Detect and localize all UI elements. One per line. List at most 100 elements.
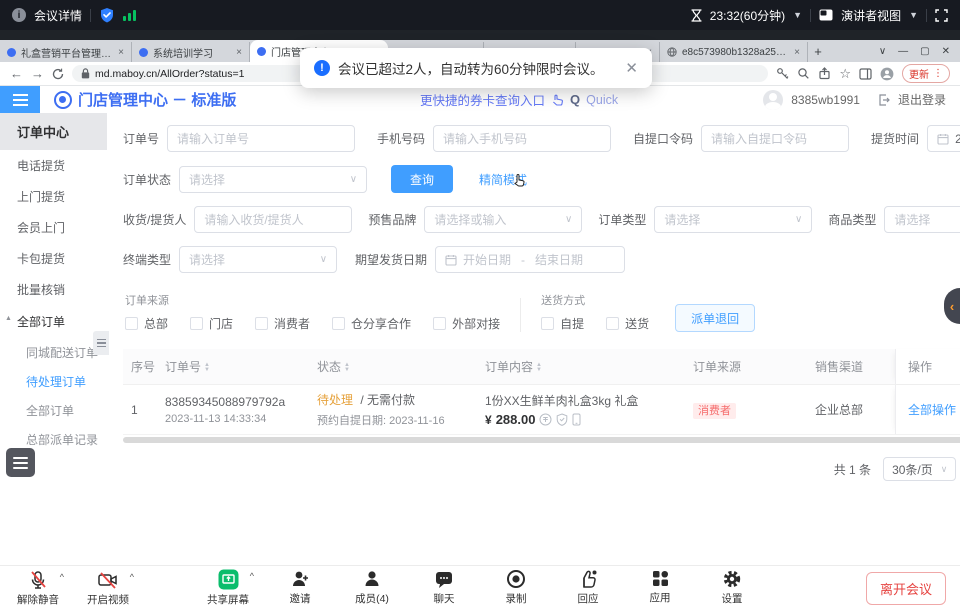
network-signal-icon[interactable]	[123, 9, 136, 21]
browser-tab-7[interactable]: e8c573980b1328a2586d2e6 ×	[660, 42, 808, 62]
dispatch-return-button[interactable]: 派单退回	[675, 304, 755, 332]
sidebar-group-all-orders[interactable]: 全部订单	[0, 305, 107, 338]
toast-close-icon[interactable]: ✕	[625, 59, 638, 77]
promo-area[interactable]: 更快捷的券卡查询入口 Q Quick	[420, 90, 618, 109]
quick-label[interactable]: Quick	[586, 93, 618, 107]
members-button[interactable]: 成员(4)	[344, 569, 400, 607]
view-dropdown-icon[interactable]: ▼	[909, 10, 918, 20]
share-icon[interactable]	[818, 67, 831, 80]
bookmark-star-icon[interactable]: ☆	[839, 66, 851, 82]
goods-type-select[interactable]: 请选择 ∨	[884, 206, 960, 233]
back-icon[interactable]: ←	[10, 66, 23, 81]
sort-icon[interactable]: ▲▼	[204, 363, 210, 373]
view-mode-label[interactable]: 演讲者视图	[841, 7, 901, 24]
meeting-details-label[interactable]: 会议详情	[34, 7, 82, 24]
maximize-button[interactable]: ▢	[920, 46, 929, 57]
quick-search-icon[interactable]: Q	[570, 92, 580, 107]
all-actions-dropdown[interactable]: 全部操作 ∨	[908, 401, 960, 418]
sidebar-sub-city-delivery[interactable]: 同城配送订单	[0, 338, 107, 367]
col-status[interactable]: 状态▲▼	[317, 358, 485, 375]
reaction-button[interactable]: 回应	[560, 569, 616, 607]
checkbox-consumer[interactable]: 消费者	[255, 315, 310, 332]
simple-mode-link[interactable]: 精简模式	[479, 171, 527, 188]
checkbox-icon[interactable]	[606, 317, 619, 330]
floating-list-button[interactable]	[6, 448, 35, 477]
order-type-select[interactable]: 请选择 ∨	[654, 206, 812, 233]
invite-button[interactable]: 邀请	[272, 569, 328, 607]
presale-brand-select[interactable]: 请选择或输入 ∨	[424, 206, 582, 233]
table-row[interactable]: 1 83859345088979792a 2023-11-13 14:33:34…	[123, 385, 960, 435]
browser-tab-2[interactable]: 系统培训学习 ×	[132, 42, 250, 62]
profile-icon[interactable]	[880, 67, 894, 81]
sidebar-item-member-visit[interactable]: 会员上门	[0, 212, 107, 243]
search-button[interactable]: 查询	[391, 165, 453, 193]
password-key-icon[interactable]	[776, 67, 789, 80]
col-order-no[interactable]: 订单号▲▼	[165, 358, 317, 375]
unmute-button[interactable]: 解除静音 ^	[10, 570, 66, 607]
checkbox-hq[interactable]: 总部	[125, 315, 168, 332]
checkbox-icon[interactable]	[541, 317, 554, 330]
checkbox-external[interactable]: 外部对接	[433, 315, 500, 332]
mic-options-chevron[interactable]: ^	[60, 572, 64, 582]
sidebar-item-phone-pickup[interactable]: 电话提货	[0, 150, 107, 181]
fullscreen-icon[interactable]	[935, 9, 948, 22]
receiver-input[interactable]: 请输入收货/提货人	[194, 206, 352, 233]
sidebar-sub-all-orders[interactable]: 全部订单	[0, 396, 107, 425]
ship-date-range[interactable]: 开始日期 - 结束日期	[435, 246, 625, 273]
logout-label[interactable]: 退出登录	[898, 91, 946, 108]
share-options-chevron[interactable]: ^	[250, 571, 254, 581]
pickup-code-input[interactable]: 请输入自提口令码	[701, 125, 849, 152]
terminal-type-select[interactable]: 请选择 ∨	[179, 246, 337, 273]
checkbox-icon[interactable]	[255, 317, 268, 330]
browser-menu-icon[interactable]: ⋮	[933, 68, 943, 79]
col-content[interactable]: 订单内容▲▼	[485, 358, 693, 375]
video-options-chevron[interactable]: ^	[130, 572, 134, 582]
sidebar-item-door-pickup[interactable]: 上门提货	[0, 181, 107, 212]
sidebar-item-batch-verify[interactable]: 批量核销	[0, 274, 107, 305]
checkbox-icon[interactable]	[125, 317, 138, 330]
checkbox-store[interactable]: 门店	[190, 315, 233, 332]
leave-meeting-button[interactable]: 离开会议	[866, 572, 946, 605]
horizontal-scrollbar[interactable]	[123, 437, 960, 443]
promo-link[interactable]: 更快捷的券卡查询入口	[420, 90, 545, 109]
menu-toggle-button[interactable]	[0, 86, 40, 113]
checkbox-icon[interactable]	[433, 317, 446, 330]
page-size-select[interactable]: 30条/页 ∨	[883, 457, 956, 481]
scrollbar-thumb[interactable]	[123, 437, 960, 443]
new-tab-button[interactable]: +	[808, 44, 828, 59]
tab-close-icon[interactable]: ×	[236, 47, 242, 58]
window-close-button[interactable]: ✕	[942, 46, 950, 57]
reload-icon[interactable]	[52, 68, 64, 80]
user-avatar[interactable]	[763, 90, 783, 110]
timer-dropdown-icon[interactable]: ▼	[793, 10, 802, 20]
minimize-button[interactable]: —	[898, 46, 908, 57]
tab-close-icon[interactable]: ×	[118, 47, 124, 58]
pickup-date-range[interactable]: 2022-11-21 - 结束日期	[927, 125, 960, 152]
order-status-select[interactable]: 请选择 ∨	[179, 166, 367, 193]
order-no-input[interactable]: 请输入订单号	[167, 125, 355, 152]
settings-button[interactable]: 设置	[704, 569, 760, 607]
checkbox-icon[interactable]	[190, 317, 203, 330]
sort-icon[interactable]: ▲▼	[536, 363, 542, 373]
sidebar-item-card-pickup[interactable]: 卡包提货	[0, 243, 107, 274]
chat-button[interactable]: 聊天	[416, 569, 472, 607]
record-button[interactable]: 录制	[488, 569, 544, 607]
checkbox-warehouse-share[interactable]: 仓分享合作	[332, 315, 411, 332]
checkbox-icon[interactable]	[332, 317, 345, 330]
start-video-button[interactable]: 开启视频 ^	[80, 570, 136, 607]
tab-search-icon[interactable]: ∨	[879, 46, 886, 57]
side-panel-icon[interactable]	[859, 68, 872, 80]
checkbox-self-pickup[interactable]: 自提	[541, 315, 584, 332]
checkbox-delivery[interactable]: 送货	[606, 315, 649, 332]
order-no-value[interactable]: 83859345088979792a	[165, 395, 317, 409]
security-shield-icon[interactable]	[99, 7, 115, 23]
forward-icon[interactable]: →	[31, 66, 44, 81]
chrome-update-button[interactable]: 更新 ⋮	[902, 64, 950, 83]
apps-button[interactable]: 应用	[632, 569, 688, 607]
zoom-icon[interactable]	[797, 67, 810, 80]
phone-input[interactable]: 请输入手机号码	[433, 125, 611, 152]
logout-icon[interactable]	[878, 94, 890, 106]
sidebar-sub-pending-orders[interactable]: 待处理订单	[0, 367, 107, 396]
sort-icon[interactable]: ▲▼	[344, 363, 350, 373]
tab-close-icon[interactable]: ×	[794, 47, 800, 58]
